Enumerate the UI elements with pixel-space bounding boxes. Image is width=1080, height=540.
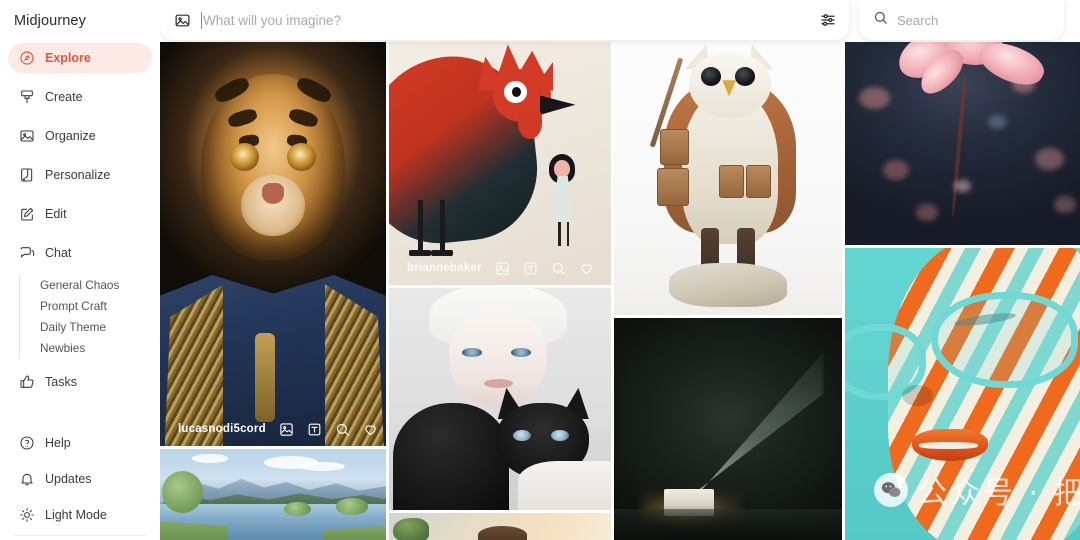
image-icon[interactable]: [174, 12, 191, 29]
sidebar-divider: [14, 535, 146, 536]
artwork-owl-adventurer: [614, 42, 842, 315]
search-icon: [873, 10, 888, 30]
artwork-mountain-lake: [160, 449, 386, 540]
artwork-cherry-blossom: [845, 42, 1080, 245]
sidebar-item-organize[interactable]: Organize: [8, 121, 152, 151]
artwork-albino-cat: [389, 288, 611, 510]
pencil-square-icon: [19, 206, 35, 222]
chat-bubble-icon: [19, 245, 35, 261]
thumbs-up-icon: [19, 374, 35, 390]
zoom-search-icon[interactable]: [551, 261, 566, 276]
sidebar-item-label: Tasks: [45, 375, 77, 389]
prompt-input[interactable]: What will you imagine?: [201, 0, 809, 40]
sidebar: Midjourney Explore Create Organize Perso…: [0, 0, 160, 540]
gallery-card-mountain-lake[interactable]: [160, 449, 386, 540]
sun-icon: [19, 507, 35, 523]
search-placeholder: Search: [897, 12, 939, 28]
sidebar-item-light-mode[interactable]: Light Mode: [8, 500, 152, 530]
secondary-nav: Help Updates Light Mode: [0, 428, 160, 536]
app-brand-title: Midjourney: [14, 13, 86, 29]
sidebar-item-updates[interactable]: Updates: [8, 464, 152, 494]
gallery-card-owl-adventurer[interactable]: [614, 42, 842, 315]
brush-icon: [19, 89, 35, 105]
text-caret: [201, 11, 202, 29]
heart-icon[interactable]: [363, 422, 378, 437]
primary-nav: Explore Create Organize Personalize Edit…: [0, 43, 160, 397]
sidebar-item-label: Chat: [45, 246, 72, 260]
gallery-column: [614, 42, 842, 540]
gallery-card-tiger-samurai[interactable]: lucasnodi5cord: [160, 42, 386, 446]
artwork-striped-face: [845, 248, 1080, 540]
artwork-tiger-samurai: [160, 42, 386, 446]
gallery-card-cherry-blossom[interactable]: [845, 42, 1080, 245]
sidebar-item-help[interactable]: Help: [8, 428, 152, 458]
sidebar-item-label: Create: [45, 90, 83, 104]
card-username[interactable]: briannebaker: [407, 262, 482, 274]
gallery-column: lucasnodi5cord: [160, 42, 386, 540]
main-content: What will you imagine? Search lucasnodi5…: [160, 0, 1080, 540]
gallery-grid: lucasnodi5cord briannebaker: [160, 42, 1080, 540]
chat-channel-prompt-craft[interactable]: Prompt Craft: [40, 296, 160, 317]
card-overlay: lucasnodi5cord: [160, 412, 386, 446]
text-prompt-icon[interactable]: [523, 261, 538, 276]
artwork-cafe-bokeh: [389, 513, 611, 540]
question-circle-icon: [19, 435, 35, 451]
chat-channel-daily-theme[interactable]: Daily Theme: [40, 317, 160, 338]
prompt-bar[interactable]: What will you imagine?: [160, 0, 849, 40]
sidebar-item-label: Light Mode: [45, 508, 107, 522]
sidebar-item-label: Updates: [45, 472, 92, 486]
artwork-rooster-girl: [389, 42, 611, 285]
gallery-card-striped-face[interactable]: [845, 248, 1080, 540]
search-bar[interactable]: Search: [859, 0, 1064, 40]
zoom-search-icon[interactable]: [335, 422, 350, 437]
bell-icon: [19, 471, 35, 487]
sidebar-item-explore[interactable]: Explore: [8, 43, 152, 73]
palette-icon: [19, 167, 35, 183]
gallery-column: [845, 42, 1080, 540]
card-overlay: briannebaker: [389, 251, 611, 285]
sidebar-item-personalize[interactable]: Personalize: [8, 160, 152, 190]
sidebar-item-chat[interactable]: Chat: [8, 238, 152, 268]
chat-channel-general-chaos[interactable]: General Chaos: [40, 275, 160, 296]
variations-icon[interactable]: [495, 261, 510, 276]
gallery-card-rooster-girl[interactable]: briannebaker: [389, 42, 611, 285]
sidebar-item-label: Explore: [45, 51, 91, 65]
card-username[interactable]: lucasnodi5cord: [178, 423, 266, 435]
gallery-column: briannebaker: [389, 42, 611, 540]
sidebar-item-label: Organize: [45, 129, 96, 143]
prompt-placeholder: What will you imagine?: [203, 12, 342, 28]
heart-icon[interactable]: [579, 261, 594, 276]
sidebar-item-edit[interactable]: Edit: [8, 199, 152, 229]
variations-icon[interactable]: [279, 422, 294, 437]
compass-icon: [19, 50, 35, 66]
text-prompt-icon[interactable]: [307, 422, 322, 437]
sidebar-item-tasks[interactable]: Tasks: [8, 367, 152, 397]
chat-channel-newbies[interactable]: Newbies: [40, 338, 160, 359]
midjourney-app: Midjourney Explore Create Organize Perso…: [0, 0, 1080, 540]
sidebar-item-create[interactable]: Create: [8, 82, 152, 112]
sidebar-item-label: Edit: [45, 207, 67, 221]
chat-channel-list: General Chaos Prompt Craft Daily Theme N…: [19, 275, 160, 359]
top-bar: What will you imagine? Search: [160, 0, 1080, 42]
gallery-card-cafe-bokeh[interactable]: [389, 513, 611, 540]
image-icon: [19, 128, 35, 144]
sidebar-item-label: Help: [45, 436, 71, 450]
sliders-icon[interactable]: [819, 11, 837, 29]
gallery-card-albino-cat[interactable]: [389, 288, 611, 510]
gallery-card-projector-beam[interactable]: [614, 318, 842, 540]
sidebar-item-label: Personalize: [45, 168, 111, 182]
artwork-projector-beam: [614, 318, 842, 540]
